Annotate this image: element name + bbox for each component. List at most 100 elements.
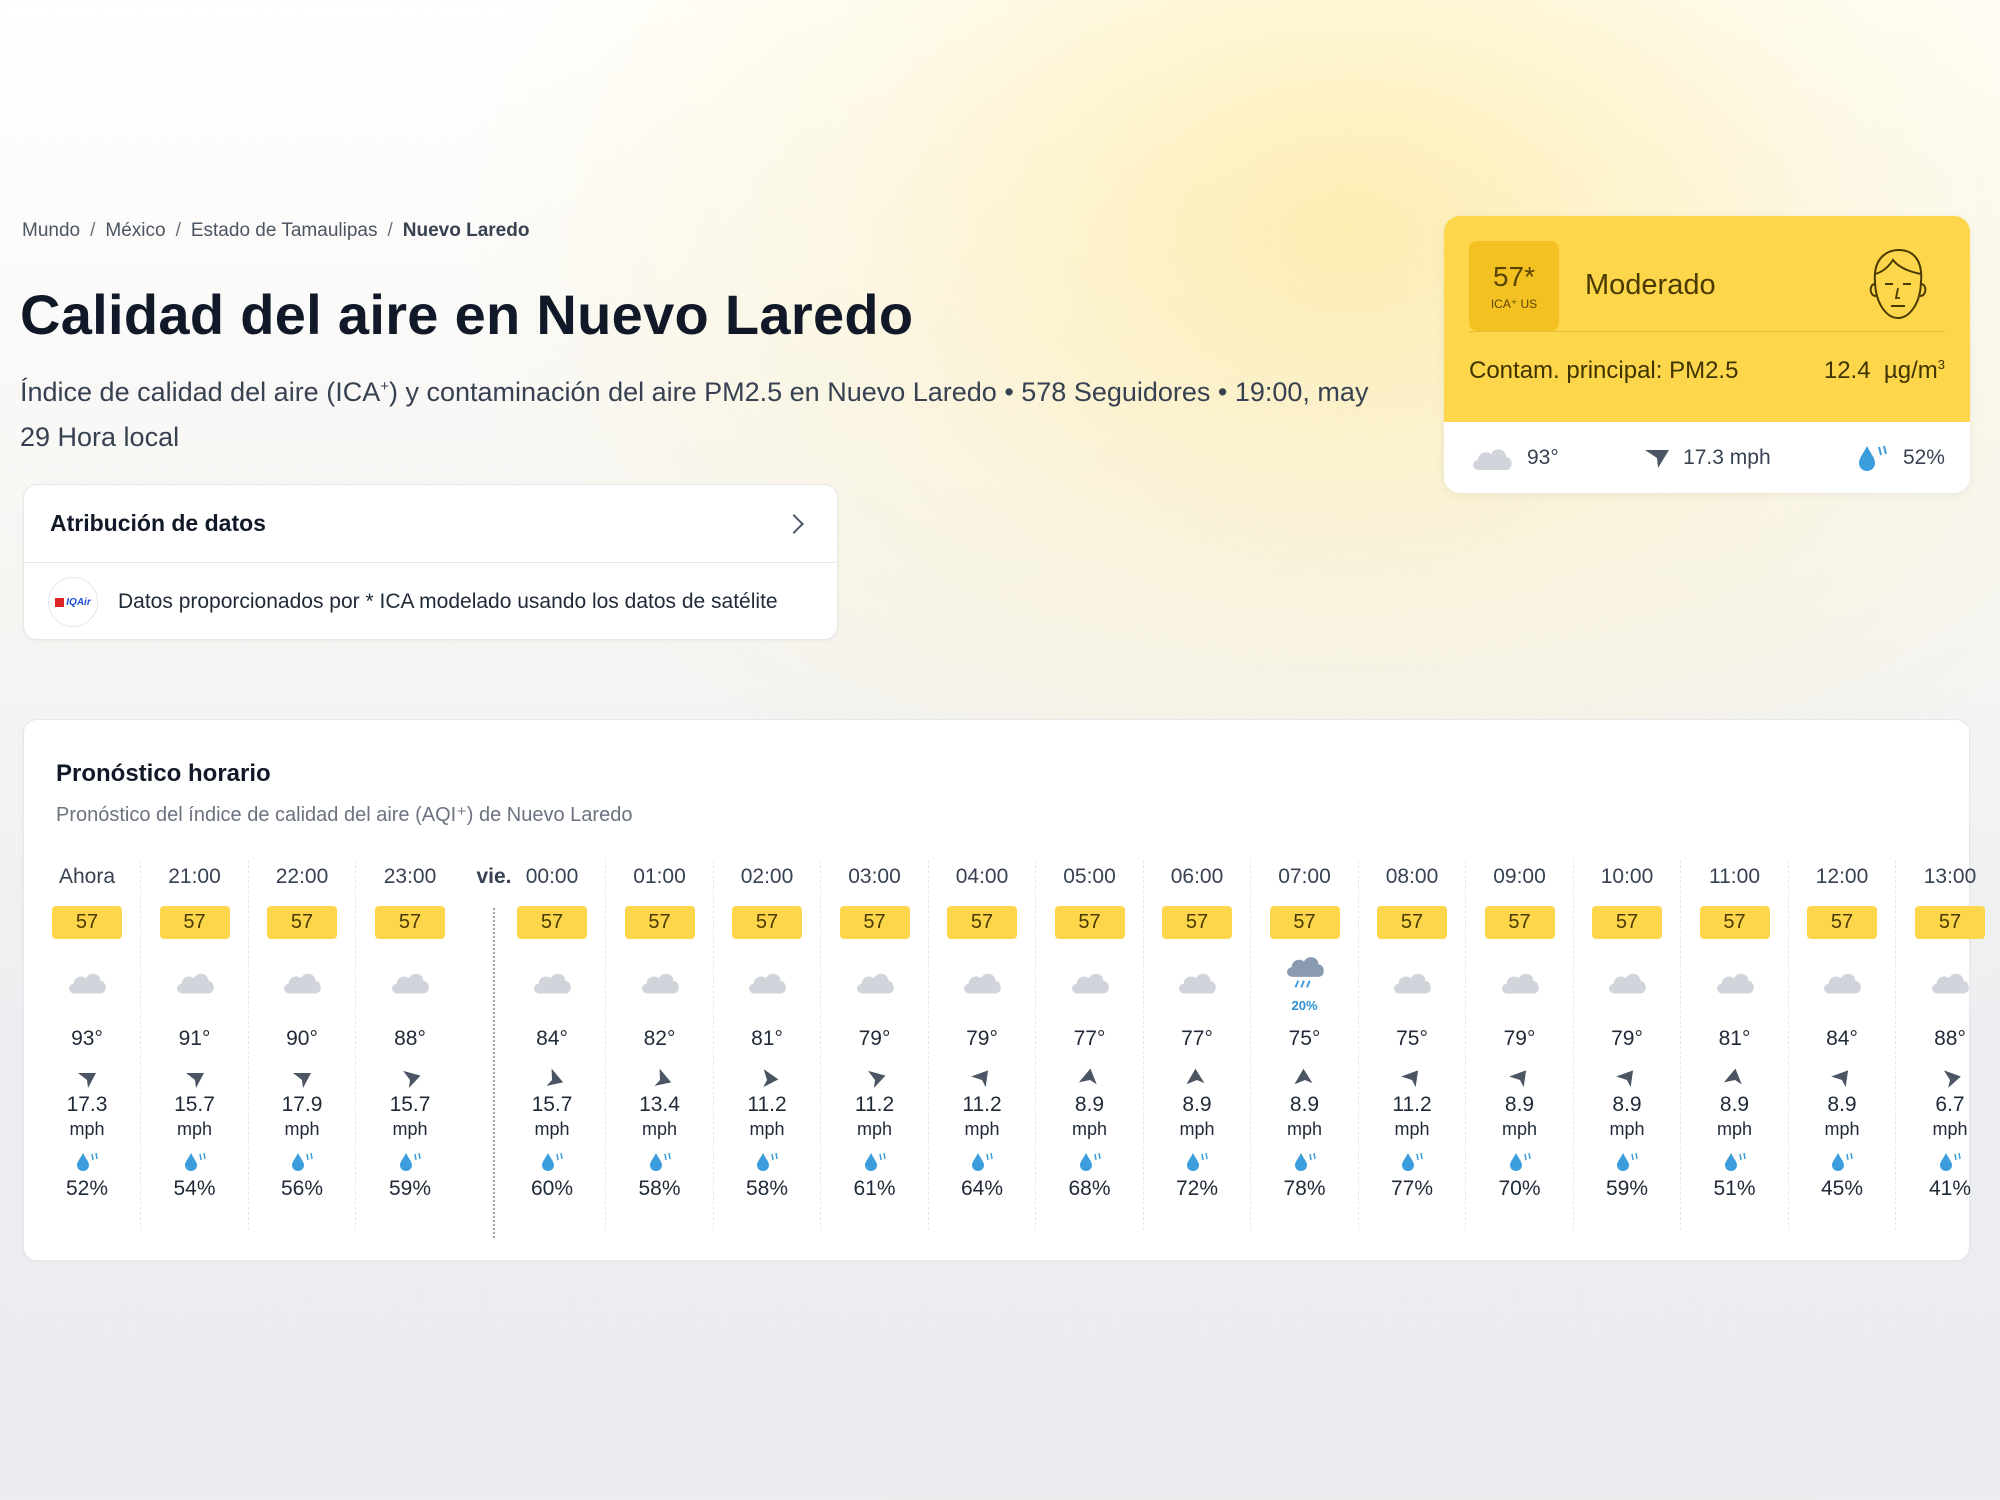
forecast-wind-speed: 15.7 [531,1093,573,1116]
data-attribution-card: Atribución de datos IQAir Datos proporci… [23,484,838,640]
humidity-drop-icon [862,1151,888,1173]
forecast-wind-speed: 11.2 [854,1093,895,1116]
forecast-wind-unit: mph [641,1119,677,1139]
forecast-wind-speed: 11.2 [1392,1093,1432,1116]
hourly-forecast-columns[interactable]: vie. Ahora 57 93° 17.3 mph 52% 21:00 57 91° 15.7 m… [34,860,1985,1250]
humidity-drop-icon [1829,1151,1855,1173]
forecast-temperature: 84° [1826,1027,1858,1050]
forecast-aqi-badge: 57 [624,906,695,939]
breadcrumb-item-current: Nuevo Laredo [402,220,530,241]
current-wind: 17.3 mph [1643,446,1771,470]
forecast-time: 09:00 [1493,865,1546,888]
forecast-weather [1498,945,1542,1023]
forecast-time: 08:00 [1385,865,1439,888]
forecast-weather [745,945,789,1023]
breadcrumb-separator: / [175,220,181,241]
pollutant-concentration-value: 12.4 [1823,357,1871,384]
breadcrumb-item-state[interactable]: Estado de Tamaulipas [191,220,378,242]
aqi-summary-top: 57* ICA⁺ US Moderado Contam. principal: … [1444,216,1970,422]
aqi-summary-card: 57* ICA⁺ US Moderado Contam. principal: … [1444,216,1970,493]
forecast-wind-unit: mph [1932,1119,1968,1139]
forecast-weather [1820,945,1864,1023]
forecast-time: 10:00 [1600,865,1654,888]
forecast-wind-speed: 17.3 [66,1093,108,1116]
forecast-weather [1928,945,1972,1023]
forecast-wind-speed: 8.9 [1289,1093,1320,1116]
rain-cloud-icon [1283,955,1327,996]
cloud-icon [280,968,324,1001]
chevron-right-icon [784,513,804,534]
forecast-temperature: 77° [1073,1027,1106,1050]
wind-direction-icon [541,1068,564,1091]
forecast-humidity: 41% [1928,1177,1972,1200]
rain-probability: 20% [1291,998,1318,1013]
forecast-wind-unit: mph [1286,1119,1322,1139]
forecast-time: 02:00 [740,865,794,888]
breadcrumb-item-world[interactable]: Mundo [22,220,80,242]
forecast-weather [1713,945,1757,1023]
forecast-wind-unit: mph [1716,1119,1752,1139]
cloud-icon [173,968,217,1001]
forecast-aqi-badge: 57 [1162,906,1232,939]
forecast-weather: 20% [1283,945,1327,1023]
forecast-aqi-badge: 57 [52,906,122,939]
forecast-time: 05:00 [1063,865,1116,888]
forecast-hour-column: 05:00 57 77° 8.9 mph 68% [1037,860,1144,1230]
forecast-time: 03:00 [848,865,901,888]
forecast-wind-unit: mph [1824,1119,1860,1139]
cloud-icon [1068,968,1112,1001]
forecast-hour-column: 04:00 57 79° 11.2 mph 64% [929,860,1036,1230]
forecast-wind-speed: 6.7 [1935,1093,1965,1116]
data-attribution-body: IQAir Datos proporcionados por * ICA mod… [24,563,837,641]
forecast-wind-speed: 8.9 [1182,1093,1212,1116]
humidity-drop-icon [1507,1151,1533,1173]
humidity-drop-icon [1937,1151,1963,1173]
forecast-aqi-badge: 57 [947,906,1017,939]
forecast-hour-column: 10:00 57 79° 8.9 mph 59% [1574,860,1681,1230]
forecast-temperature: 93° [71,1027,103,1050]
breadcrumb-item-country[interactable]: México [105,220,165,242]
page-subtitle: Índice de calidad del aire (ICA+) y cont… [20,364,1390,460]
forecast-humidity: 58% [745,1177,789,1200]
forecast-weather [65,945,109,1023]
humidity-drop-icon [1077,1151,1103,1173]
forecast-wind-speed: 15.7 [174,1093,215,1116]
forecast-humidity: 78% [1283,1177,1326,1200]
breadcrumb-separator: / [387,220,393,241]
humidity-drop-icon [647,1151,673,1173]
forecast-hour-column: 12:00 57 84° 8.9 mph 45% [1789,860,1896,1230]
forecast-humidity: 61% [853,1177,896,1200]
subtitle-pre: Índice de calidad del aire (ICA [20,377,381,407]
breadcrumb-separator: / [90,220,96,241]
wind-direction-icon [1401,1069,1423,1091]
humidity-drop-icon [1722,1151,1748,1173]
cloud-icon [1713,968,1757,1001]
forecast-humidity: 70% [1498,1177,1541,1200]
forecast-aqi-badge: 57 [839,906,910,939]
cloud-icon [1928,968,1972,1001]
forecast-aqi-badge: 57 [159,906,230,939]
forecast-hour-column: 22:00 57 90° 17.9 mph 56% [249,860,356,1230]
forecast-time: 07:00 [1278,865,1331,888]
forecast-weather [1068,945,1112,1023]
forecast-humidity: 58% [638,1177,681,1200]
forecast-wind-speed: 8.9 [1074,1093,1105,1116]
forecast-temperature: 81° [1718,1027,1751,1050]
forecast-wind-unit: mph [1501,1119,1537,1139]
wind-direction-icon [1293,1068,1316,1091]
forecast-temperature: 88° [1934,1027,1966,1050]
wind-direction-icon [649,1068,671,1091]
forecast-temperature: 88° [394,1027,426,1050]
hourly-forecast-card: Pronóstico horario Pronóstico del índice… [23,719,1985,1261]
forecast-hour-column: 23:00 57 88° 15.7 mph 59% [357,860,464,1230]
wind-direction-icon [291,1069,313,1091]
forecast-temperature: 91° [178,1027,211,1050]
forecast-temperature: 81° [751,1027,783,1050]
iqair-logo[interactable]: IQAir [48,577,98,627]
face-moderate-icon [1869,248,1927,319]
data-attribution-header[interactable]: Atribución de datos [24,485,837,563]
wind-direction-icon [1186,1068,1208,1091]
hourly-forecast-subtitle: Pronóstico del índice de calidad del air… [56,804,633,826]
humidity-drop-icon [182,1151,208,1173]
wind-direction-icon [1508,1069,1531,1091]
